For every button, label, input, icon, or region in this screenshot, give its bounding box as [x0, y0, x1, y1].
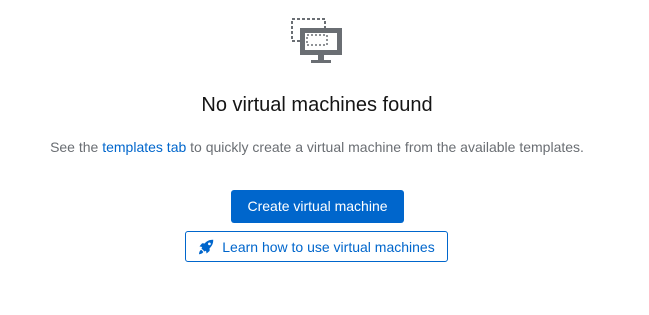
learn-button-label: Learn how to use virtual machines	[222, 238, 435, 255]
empty-state-title: No virtual machines found	[201, 94, 433, 116]
rocket-icon	[199, 239, 214, 254]
create-virtual-machine-button[interactable]: Create virtual machine	[231, 190, 404, 223]
templates-tab-link[interactable]: templates tab	[102, 139, 186, 155]
virtual-machine-icon	[291, 18, 342, 63]
empty-state: No virtual machines found See the templa…	[0, 0, 649, 315]
empty-state-body: See the templates tab to quickly create …	[0, 138, 634, 156]
body-text-prefix: See the	[50, 139, 103, 155]
body-text-suffix: to quickly create a virtual machine from…	[186, 139, 584, 155]
learn-virtual-machines-button[interactable]: Learn how to use virtual machines	[185, 231, 448, 262]
